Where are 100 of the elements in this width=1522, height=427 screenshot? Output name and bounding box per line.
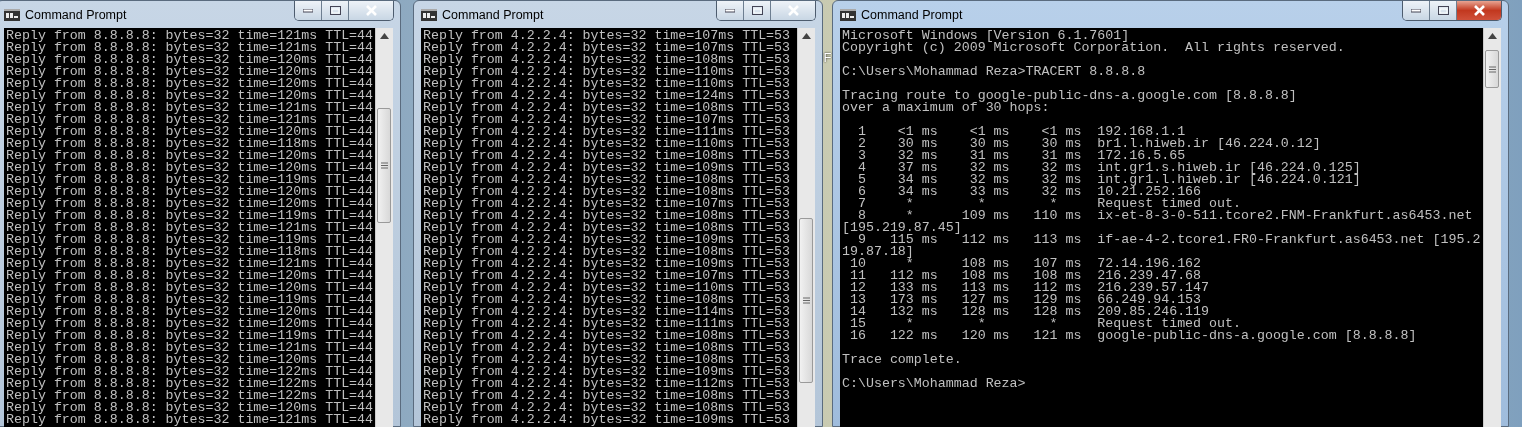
desktop-icon-label: F (823, 50, 832, 67)
console-line: Reply from 8.8.8.8: bytes=32 time=120ms TTL=44 (6, 270, 373, 282)
console-line: 12 133 ms 113 ms 112 ms 216.239.57.147 (848, 282, 1211, 294)
console-line: Reply from 8.8.8.8: bytes=32 time=120ms TTL=44 (6, 78, 373, 90)
console-line: Reply from 8.8.8.8: bytes=32 time=120ms TTL=44 (6, 282, 373, 294)
console-line: Tracing route to google-public-dns-a.google.com [8.8.8.8] (842, 90, 1298, 102)
scrollbar[interactable] (797, 28, 815, 427)
console-line: Reply from 4.2.2.4: bytes=32 time=108ms TTL=53 (423, 222, 792, 234)
console-line: 2 30 ms 30 ms 30 ms br1.l.hiweb.ir [46.224.0.12] (856, 138, 1322, 150)
console-line: Reply from 8.8.8.8: bytes=32 time=120ms TTL=44 (6, 402, 373, 414)
console-line: 4 37 ms 32 ms 32 ms int.gr1.s.hiweb.ir [46.224.0.125] (856, 162, 1362, 174)
maximize-button[interactable] (322, 1, 349, 20)
console-line: Reply from 4.2.2.4: bytes=32 time=108ms TTL=53 (423, 402, 792, 414)
window-title: Command Prompt (25, 7, 127, 22)
console-line: 3 32 ms 31 ms 31 ms 172.16.5.65 (856, 150, 1186, 162)
console-line: Reply from 4.2.2.4: bytes=32 time=108ms TTL=53 (423, 102, 792, 114)
console-line: 1 <1 ms <1 ms <1 ms 192.168.1.1 (856, 126, 1186, 138)
console-line: Reply from 4.2.2.4: bytes=32 time=110ms TTL=53 (423, 78, 792, 90)
console-line: Copyright (c) 2009 Microsoft Corporation. All rights reserved. (842, 42, 1346, 54)
console-line: Reply from 4.2.2.4: bytes=32 time=107ms TTL=53 (423, 42, 792, 54)
close-icon (1472, 5, 1486, 16)
console-line: Reply from 4.2.2.4: bytes=32 time=111ms TTL=53 (423, 318, 792, 330)
console-line: Reply from 8.8.8.8: bytes=32 time=121ms TTL=44 (6, 414, 373, 426)
console-line: Reply from 8.8.8.8: bytes=32 time=120ms TTL=44 (6, 318, 373, 330)
console-line: Reply from 8.8.8.8: bytes=32 time=121ms TTL=44 (6, 258, 373, 270)
console-line: 10 * 108 ms 107 ms 72.14.196.162 (849, 258, 1203, 270)
console-line: 13 173 ms 127 ms 129 ms 66.249.94.153 (848, 294, 1202, 306)
console-line: 6 34 ms 33 ms 32 ms 10.21.252.166 (856, 186, 1202, 198)
scroll-thumb[interactable] (1485, 50, 1499, 88)
close-icon (786, 5, 800, 16)
console-line: Reply from 4.2.2.4: bytes=32 time=108ms TTL=53 (423, 342, 792, 354)
maximize-icon (1437, 6, 1449, 15)
console-line: 11 112 ms 108 ms 108 ms 216.239.47.68 (848, 270, 1202, 282)
console-line: C:\Users\Mohammad Reza>TRACERT 8.8.8.8 (842, 66, 1147, 78)
console-line: over a maximum of 30 hops: (842, 102, 1050, 114)
console-line: Reply from 8.8.8.8: bytes=32 time=120ms TTL=44 (6, 126, 373, 138)
console-line: Reply from 8.8.8.8: bytes=32 time=120ms TTL=44 (6, 306, 373, 318)
console-line: Trace complete. (842, 354, 963, 366)
console-line: Reply from 8.8.8.8: bytes=32 time=118ms TTL=44 (6, 246, 373, 258)
console-line: 7 * * * Request timed out. (856, 198, 1241, 210)
console-line: [195.219.87.45] (842, 222, 962, 234)
console-line: Reply from 8.8.8.8: bytes=32 time=120ms TTL=44 (6, 198, 373, 210)
minimize-icon (1411, 8, 1421, 13)
console-line: Reply from 4.2.2.4: bytes=32 time=111ms TTL=53 (423, 126, 792, 138)
console-line: 15 * * * Request timed out. (848, 318, 1241, 330)
console-line: Reply from 4.2.2.4: bytes=32 time=108ms TTL=53 (423, 174, 792, 186)
console-line: Reply from 4.2.2.4: bytes=32 time=108ms TTL=53 (423, 186, 792, 198)
console-line: Reply from 4.2.2.4: bytes=32 time=108ms TTL=53 (423, 54, 792, 66)
console-line: 19.87.18] (842, 246, 915, 258)
minimize-button[interactable] (1403, 1, 1430, 20)
console-line: Reply from 4.2.2.4: bytes=32 time=107ms TTL=53 (423, 198, 792, 210)
scrollbar[interactable] (375, 28, 393, 427)
scroll-up-icon[interactable] (380, 33, 389, 39)
console-line: Reply from 4.2.2.4: bytes=32 time=110ms TTL=53 (423, 282, 792, 294)
console-line: Reply from 4.2.2.4: bytes=32 time=108ms TTL=53 (423, 330, 792, 342)
console-line: Reply from 4.2.2.4: bytes=32 time=108ms TTL=53 (423, 246, 792, 258)
console-line: Reply from 8.8.8.8: bytes=32 time=120ms TTL=44 (6, 54, 373, 66)
scroll-thumb[interactable] (377, 108, 391, 223)
console-line: Reply from 4.2.2.4: bytes=32 time=108ms TTL=53 (423, 150, 792, 162)
console-line: Reply from 4.2.2.4: bytes=32 time=109ms TTL=53 (423, 366, 792, 378)
maximize-icon (329, 6, 341, 15)
scroll-up-icon[interactable] (1488, 33, 1497, 39)
console-line: Reply from 8.8.8.8: bytes=32 time=119ms TTL=44 (6, 330, 373, 342)
close-button[interactable] (1457, 1, 1501, 20)
console-line: Reply from 8.8.8.8: bytes=32 time=121ms TTL=44 (6, 222, 373, 234)
maximize-button[interactable] (744, 1, 771, 20)
maximize-button[interactable] (1430, 1, 1457, 20)
minimize-icon (725, 8, 735, 13)
console-line: Reply from 8.8.8.8: bytes=32 time=119ms TTL=44 (6, 174, 373, 186)
console-line: Reply from 8.8.8.8: bytes=32 time=122ms TTL=44 (6, 390, 373, 402)
window-title: Command Prompt (861, 7, 963, 22)
console-line: Reply from 8.8.8.8: bytes=32 time=119ms TTL=44 (6, 210, 373, 222)
minimize-button[interactable] (717, 1, 744, 20)
console-line: Reply from 4.2.2.4: bytes=32 time=110ms TTL=53 (423, 138, 792, 150)
console-line: Reply from 4.2.2.4: bytes=32 time=108ms TTL=53 (423, 294, 792, 306)
console-line: 8 * 109 ms 110 ms ix-et-8-3-0-511.tcore2.FNM-Frankfurt.as6453.net (857, 210, 1474, 222)
minimize-button[interactable] (295, 1, 322, 20)
scroll-thumb[interactable] (799, 218, 813, 383)
console-line: Reply from 8.8.8.8: bytes=32 time=119ms TTL=44 (6, 294, 373, 306)
console-line: Reply from 8.8.8.8: bytes=32 time=120ms TTL=44 (6, 150, 373, 162)
console-line: Reply from 8.8.8.8: bytes=32 time=122ms TTL=44 (6, 378, 373, 390)
console-line: Reply from 8.8.8.8: bytes=32 time=122ms TTL=44 (6, 366, 373, 378)
console-line: Reply from 4.2.2.4: bytes=32 time=107ms TTL=53 (423, 114, 792, 126)
console-line: Reply from 8.8.8.8: bytes=32 time=118ms TTL=44 (6, 138, 373, 150)
console-line: C:\Users\Mohammad Reza> (842, 378, 1027, 390)
scroll-up-icon[interactable] (802, 33, 811, 39)
window-title: Command Prompt (442, 7, 544, 22)
console-line: Reply from 4.2.2.4: bytes=32 time=109ms TTL=53 (423, 258, 792, 270)
scrollbar[interactable] (1483, 28, 1501, 427)
console-line: Reply from 8.8.8.8: bytes=32 time=121ms TTL=44 (6, 102, 373, 114)
console-line: 14 132 ms 128 ms 128 ms 209.85.246.119 (848, 306, 1210, 318)
console-line: Reply from 8.8.8.8: bytes=32 time=120ms TTL=44 (6, 354, 373, 366)
console-line: Reply from 4.2.2.4: bytes=32 time=114ms TTL=53 (423, 306, 792, 318)
close-icon (364, 5, 378, 16)
console-line: Reply from 4.2.2.4: bytes=32 time=124ms TTL=53 (423, 90, 792, 102)
console-line: 9 115 ms 112 ms 113 ms if-ae-4-2.tcore1.FR0-Frankfurt.as6453.net [195.2 (857, 234, 1481, 246)
console-line: Reply from 4.2.2.4: bytes=32 time=109ms TTL=53 (423, 234, 792, 246)
console-line: Reply from 8.8.8.8: bytes=32 time=121ms TTL=44 (6, 30, 373, 42)
console-line: Reply from 4.2.2.4: bytes=32 time=110ms TTL=53 (423, 66, 792, 78)
console-line: Reply from 4.2.2.4: bytes=32 time=108ms TTL=53 (423, 210, 792, 222)
